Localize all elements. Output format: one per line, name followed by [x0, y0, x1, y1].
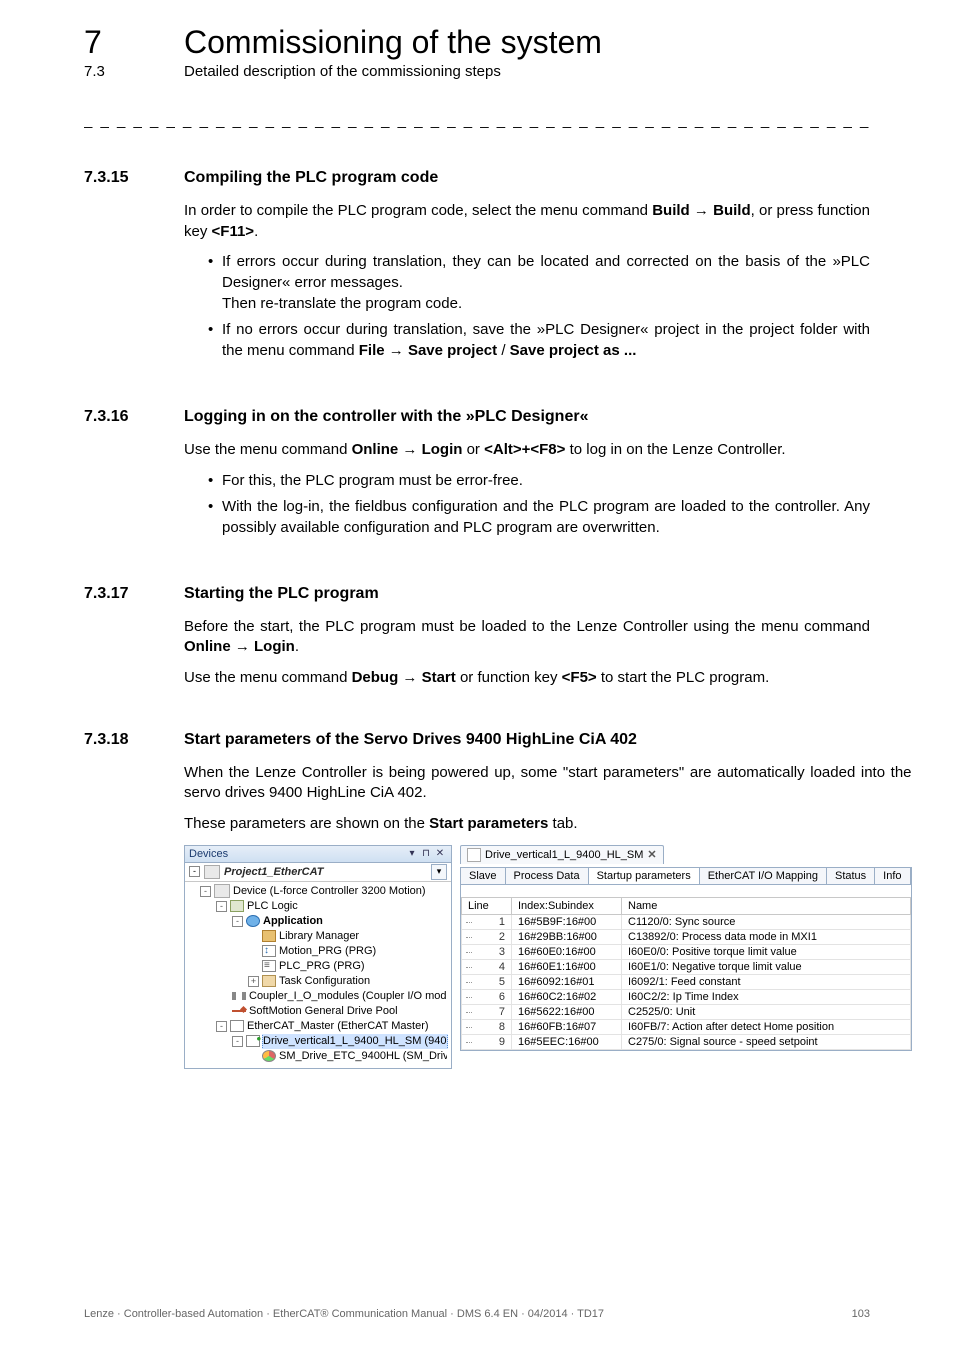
paragraph: Use the menu command Online → Login or <… [184, 440, 870, 461]
tree-node-plc-prg[interactable]: PLC_PRG (PRG) [187, 959, 449, 974]
close-tab-icon[interactable]: ✕ [647, 848, 656, 861]
heading-number: 7.3.16 [84, 408, 184, 545]
page-number: 103 [852, 1308, 870, 1320]
table-row[interactable]: 316#60E0:16#00I60E0/0: Positive torque l… [462, 944, 911, 959]
tree-node-sm-drive[interactable]: SM_Drive_ETC_9400HL (SM_Driv [187, 1049, 449, 1064]
subtab-slave[interactable]: Slave [461, 868, 506, 884]
project-row[interactable]: - Project1_EtherCAT ▾ [185, 863, 451, 882]
device-icon [214, 884, 230, 898]
chapter-title: Commissioning of the system [184, 24, 602, 61]
tree-node-drive[interactable]: -Drive_vertical1_L_9400_HL_SM (9400 [187, 1034, 449, 1049]
table-row[interactable]: 116#5B9F:16#00C1120/0: Sync source [462, 914, 911, 929]
subtab-info[interactable]: Info [875, 868, 910, 884]
file-icon [467, 848, 481, 862]
table-row[interactable]: 416#60E1:16#00I60E1/0: Negative torque l… [462, 959, 911, 974]
softmotion-icon [232, 1005, 246, 1017]
heading-title: Start parameters of the Servo Drives 940… [184, 731, 912, 749]
table-row[interactable]: 816#60FB:16#07I60FB/7: Action after dete… [462, 1019, 911, 1034]
panel-pin-icon[interactable]: ⊓ [419, 848, 433, 859]
task-config-icon [262, 975, 276, 987]
project-dropdown-icon[interactable]: ▾ [431, 864, 447, 880]
heading-number: 7.3.17 [84, 585, 184, 699]
list-item: If no errors occur during translation, s… [208, 320, 870, 361]
editor-tab-title: Drive_vertical1_L_9400_HL_SM [485, 849, 643, 861]
drive-icon [246, 1035, 260, 1047]
application-icon [246, 915, 260, 927]
col-line[interactable]: Line [462, 897, 512, 914]
tree-node-task-config[interactable]: +Task Configuration [187, 974, 449, 989]
subtab-startup-parameters[interactable]: Startup parameters [589, 868, 700, 884]
section-title: Detailed description of the commissionin… [184, 63, 501, 80]
panel-menu-icon[interactable]: ▾ [405, 848, 419, 859]
tree-node-application[interactable]: -Application [187, 914, 449, 929]
tree-node-softmotion[interactable]: SoftMotion General Drive Pool [187, 1004, 449, 1019]
motion-prg-icon [262, 945, 276, 957]
subtab-ethercat-i-o-mapping[interactable]: EtherCAT I/O Mapping [700, 868, 827, 884]
list-item: For this, the PLC program must be error-… [208, 471, 870, 492]
editor-subtabs: SlaveProcess DataStartup parametersEther… [460, 867, 912, 885]
devices-panel-header: Devices ▾ ⊓ ✕ [185, 846, 451, 863]
section-number: 7.3 [84, 63, 184, 80]
editor-pane: Drive_vertical1_L_9400_HL_SM ✕ SlaveProc… [460, 845, 912, 1069]
col-index[interactable]: Index:Subindex [512, 897, 622, 914]
list-item: With the log-in, the fieldbus configurat… [208, 497, 870, 538]
paragraph: Before the start, the PLC program must b… [184, 617, 870, 658]
devices-panel-title: Devices [189, 848, 405, 860]
library-icon [262, 930, 276, 942]
tree-node-coupler[interactable]: Coupler_I_O_modules (Coupler I/O module [187, 989, 449, 1004]
heading-number: 7.3.15 [84, 169, 184, 368]
subtab-status[interactable]: Status [827, 868, 875, 884]
tree-node-device[interactable]: -Device (L-force Controller 3200 Motion) [187, 884, 449, 899]
paragraph: These parameters are shown on the Start … [184, 814, 912, 835]
col-name[interactable]: Name [622, 897, 911, 914]
table-row[interactable]: 516#6092:16#01I6092/1: Feed constant [462, 974, 911, 989]
paragraph: Use the menu command Debug → Start or fu… [184, 668, 870, 689]
list-item: If errors occur during translation, they… [208, 252, 870, 314]
paragraph: In order to compile the PLC program code… [184, 201, 870, 242]
heading-title: Logging in on the controller with the »P… [184, 408, 870, 426]
plc-prg-icon [262, 960, 276, 972]
footer-text: Lenze · Controller-based Automation · Et… [84, 1308, 604, 1320]
tree-node-motion-prg[interactable]: Motion_PRG (PRG) [187, 944, 449, 959]
project-icon [204, 865, 220, 879]
chapter-number: 7 [84, 24, 184, 61]
project-name: Project1_EtherCAT [224, 866, 427, 878]
ethercat-master-icon [230, 1020, 244, 1032]
coupler-icon [232, 990, 246, 1002]
startup-parameters-table: Line Index:Subindex Name 116#5B9F:16#00C… [461, 897, 911, 1050]
device-tree: -Device (L-force Controller 3200 Motion)… [185, 882, 451, 1068]
plc-icon [230, 900, 244, 912]
editor-tab[interactable]: Drive_vertical1_L_9400_HL_SM ✕ [460, 845, 664, 864]
table-row[interactable]: 716#5622:16#00C2525/0: Unit [462, 1004, 911, 1019]
screenshot: Devices ▾ ⊓ ✕ - Project1_EtherCAT ▾ -Dev… [184, 845, 912, 1069]
subtab-process-data[interactable]: Process Data [506, 868, 589, 884]
tree-node-plc-logic[interactable]: -PLC Logic [187, 899, 449, 914]
divider: _ _ _ _ _ _ _ _ _ _ _ _ _ _ _ _ _ _ _ _ … [84, 112, 870, 129]
sm-drive-icon [262, 1050, 276, 1062]
table-row[interactable]: 216#29BB:16#00C13892/0: Process data mod… [462, 929, 911, 944]
table-row[interactable]: 616#60C2:16#02I60C2/2: Ip Time Index [462, 989, 911, 1004]
tree-node-library[interactable]: Library Manager [187, 929, 449, 944]
heading-title: Compiling the PLC program code [184, 169, 870, 187]
heading-number: 7.3.18 [84, 731, 184, 1069]
table-row[interactable]: 916#5EEC:16#00C275/0: Signal source - sp… [462, 1034, 911, 1049]
heading-title: Starting the PLC program [184, 585, 870, 603]
panel-close-icon[interactable]: ✕ [433, 848, 447, 859]
paragraph: When the Lenze Controller is being power… [184, 763, 912, 804]
tree-node-ethercat-master[interactable]: -EtherCAT_Master (EtherCAT Master) [187, 1019, 449, 1034]
devices-panel: Devices ▾ ⊓ ✕ - Project1_EtherCAT ▾ -Dev… [184, 845, 452, 1069]
